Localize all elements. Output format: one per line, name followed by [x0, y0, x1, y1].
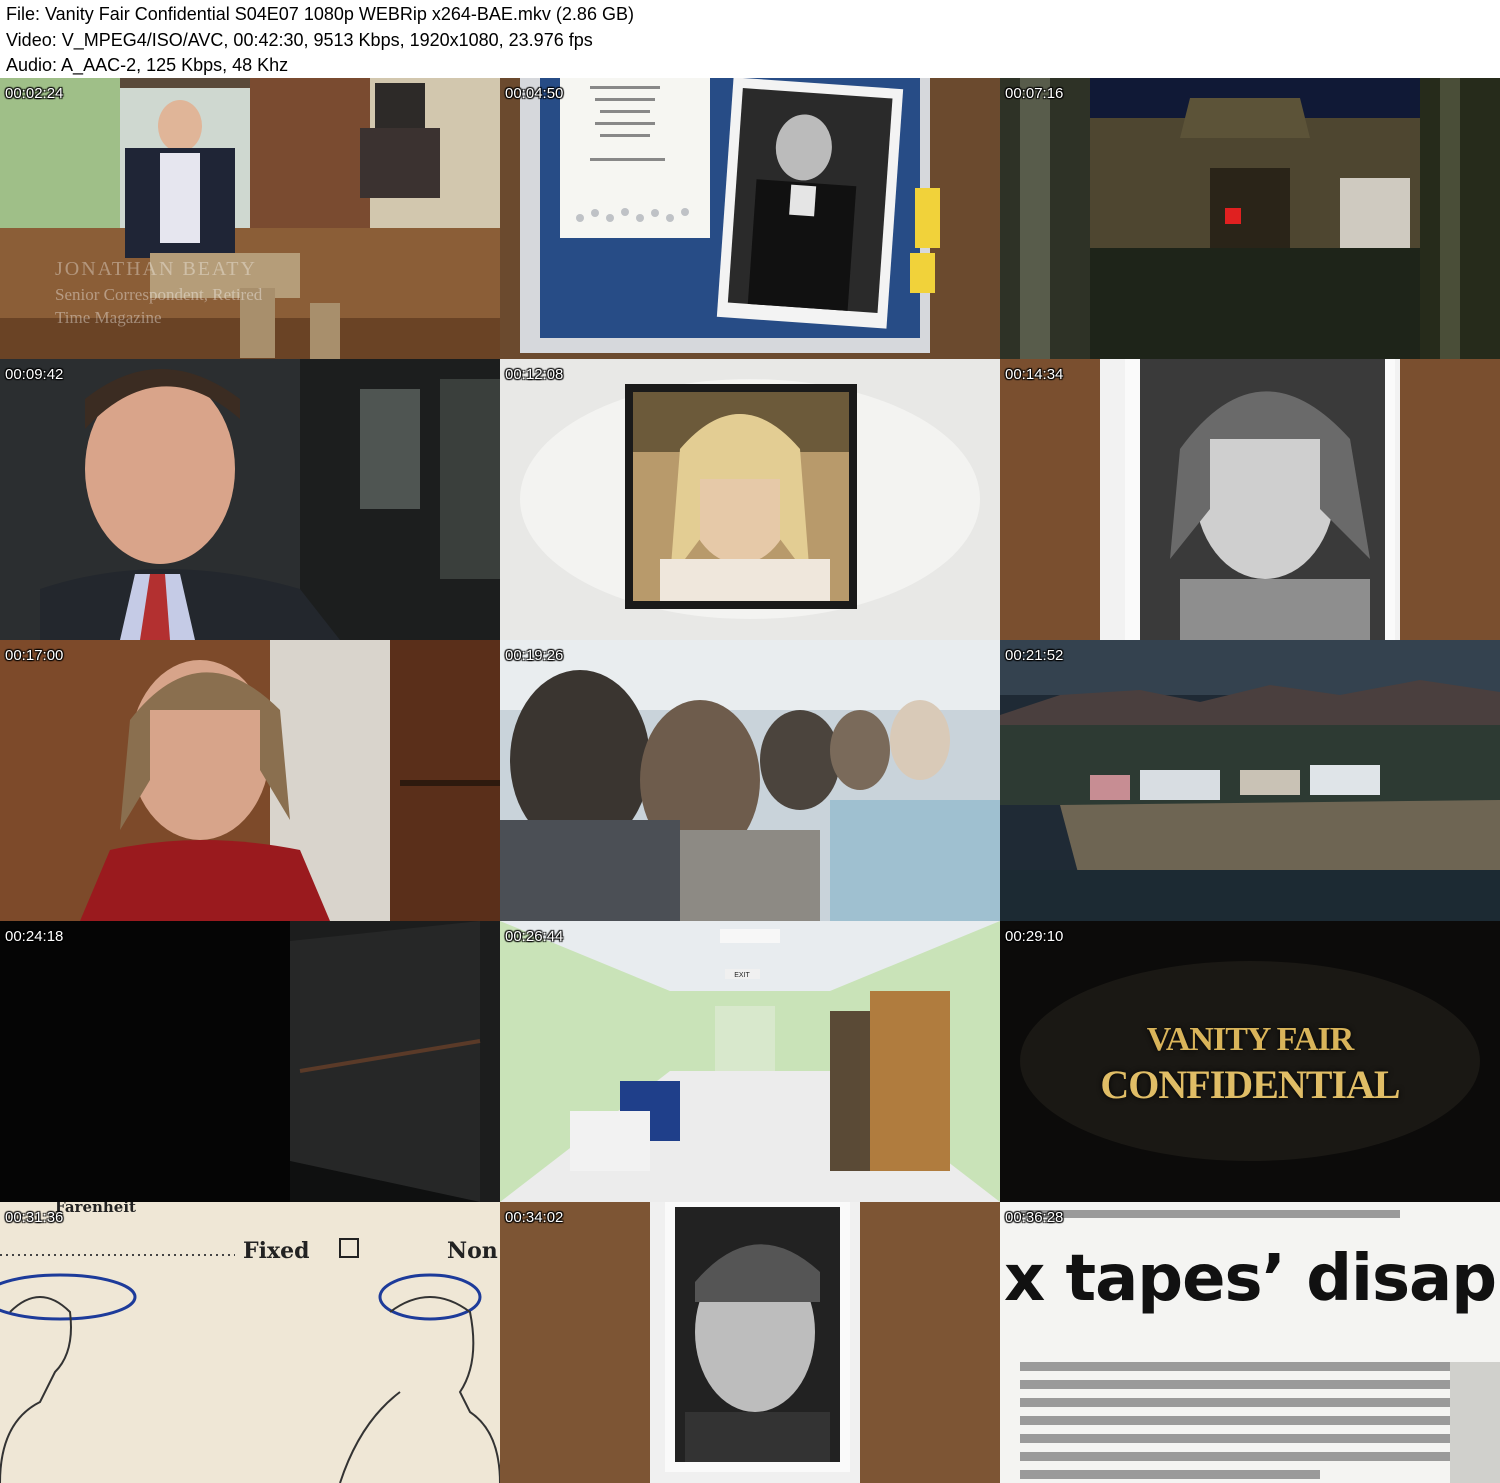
- title-confidential: CONFIDENTIAL: [1100, 1062, 1400, 1107]
- thumbnail-hospital-corridor[interactable]: EXIT 00:26:44: [500, 921, 1000, 1202]
- timestamp: 00:09:42: [5, 366, 64, 383]
- timestamp: 00:31:36: [5, 1209, 64, 1226]
- invitation-photo-scene: [500, 78, 1000, 359]
- timestamp: 00:34:02: [505, 1209, 564, 1226]
- thumbnail-bw-portrait-man[interactable]: 00:34:02: [500, 1202, 1000, 1483]
- thumbnail-title-card[interactable]: VANITY FAIR CONFIDENTIAL 00:29:10: [1000, 921, 1500, 1202]
- audio-info: Audio: A_AAC-2, 125 Kbps, 48 Khz: [6, 55, 289, 75]
- thumbnail-house-night[interactable]: 00:07:16: [1000, 78, 1500, 359]
- bw-portrait-woman-scene: [1000, 359, 1500, 640]
- timestamp: 00:12:08: [505, 366, 564, 383]
- timestamp: 00:36:28: [1005, 1209, 1064, 1226]
- thumbnail-dark-hallway[interactable]: 00:24:18: [0, 921, 500, 1202]
- newspaper-headline: x tapes’ disap: [1003, 1242, 1497, 1316]
- timestamp: 00:19:26: [505, 647, 564, 664]
- info-header: File: Vanity Fair Confidential S04E07 10…: [0, 0, 1500, 78]
- title-vanity-fair: VANITY FAIR: [1146, 1021, 1355, 1058]
- bw-portrait-man-scene: [500, 1202, 1000, 1483]
- thumbnail-man-interview[interactable]: 00:09:42: [0, 359, 500, 640]
- house-night-scene: [1000, 78, 1500, 359]
- form-fixed-label: Fixed: [243, 1238, 310, 1264]
- hospital-corridor-scene: EXIT: [500, 921, 1000, 1202]
- video-info: Video: V_MPEG4/ISO/AVC, 00:42:30, 9513 K…: [6, 30, 593, 50]
- thumbnail-office-interview[interactable]: JONATHAN BEATY Senior Correspondent, Ret…: [0, 78, 500, 359]
- dark-hallway-scene: [0, 921, 500, 1202]
- thumbnail-crowd[interactable]: 00:19:26: [500, 640, 1000, 921]
- thumbnail-medical-form[interactable]: Farenheit Fixed Non 00:31:36: [0, 1202, 500, 1483]
- timestamp: 00:17:00: [5, 647, 64, 664]
- exit-sign: EXIT: [734, 972, 750, 979]
- timestamp: 00:24:18: [5, 928, 64, 945]
- framed-portrait-scene: [500, 359, 1000, 640]
- timestamp: 00:04:50: [505, 85, 564, 102]
- thumbnail-grid: JONATHAN BEATY Senior Correspondent, Ret…: [0, 78, 1500, 1483]
- timestamp: 00:07:16: [1005, 85, 1064, 102]
- man-interview-scene: [0, 359, 500, 640]
- thumbnail-invitation-photo[interactable]: 00:04:50: [500, 78, 1000, 359]
- lower-third-name: JONATHAN BEATY: [55, 258, 257, 280]
- timestamp: 00:14:34: [1005, 366, 1064, 383]
- timestamp: 00:29:10: [1005, 928, 1064, 945]
- thumbnail-newspaper-clipping[interactable]: x tapes’ disap 00:36:28: [1000, 1202, 1500, 1483]
- coastal-aerial-scene: [1000, 640, 1500, 921]
- form-non-label: Non: [447, 1238, 498, 1264]
- thumbnail-bw-portrait-woman[interactable]: 00:14:34: [1000, 359, 1500, 640]
- file-info: File: Vanity Fair Confidential S04E07 10…: [6, 4, 634, 24]
- thumbnail-woman-interview[interactable]: 00:17:00: [0, 640, 500, 921]
- crowd-scene: [500, 640, 1000, 921]
- form-heading: Farenheit: [55, 1202, 136, 1216]
- lower-third-org: Time Magazine: [55, 308, 162, 327]
- thumbnail-coastal-aerial[interactable]: 00:21:52: [1000, 640, 1500, 921]
- thumbnail-framed-portrait[interactable]: 00:12:08: [500, 359, 1000, 640]
- woman-interview-scene: [0, 640, 500, 921]
- timestamp: 00:21:52: [1005, 647, 1064, 664]
- timestamp: 00:02:24: [5, 85, 64, 102]
- lower-third-title: Senior Correspondent, Retired: [55, 285, 263, 304]
- timestamp: 00:26:44: [505, 928, 564, 945]
